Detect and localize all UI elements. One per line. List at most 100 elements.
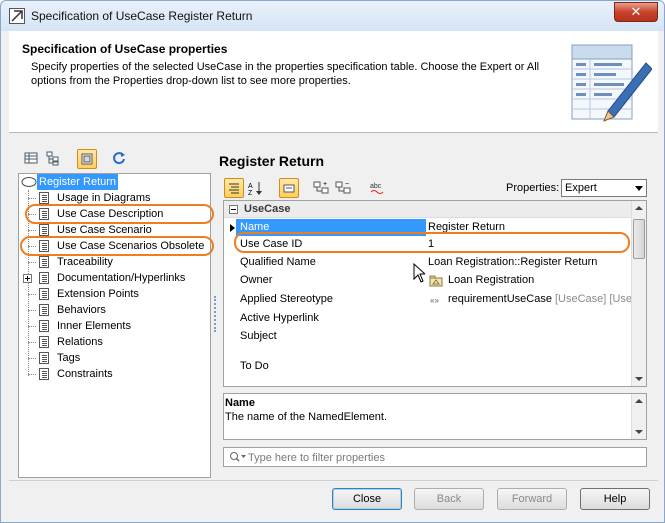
filter-box[interactable] (223, 447, 647, 467)
collapse-all-button[interactable]: − (334, 178, 354, 198)
tree-view-icon (46, 151, 59, 166)
document-icon (39, 304, 49, 316)
property-name: Active Hyperlink (240, 312, 319, 324)
svg-text:Z: Z (248, 190, 253, 196)
properties-scrollbar[interactable] (631, 201, 646, 386)
expand-plus-icon[interactable] (23, 274, 32, 283)
scrollbar-thumb[interactable] (633, 219, 645, 259)
window-close-button[interactable]: ✕ (614, 2, 658, 22)
property-value[interactable]: Loan Registration::Register Return (428, 256, 597, 268)
stereotype-metaclass: [UseCase] [Use (555, 293, 633, 305)
panel-splitter[interactable] (214, 296, 217, 332)
description-title: Name (225, 397, 255, 409)
document-icon (39, 288, 49, 300)
back-button[interactable]: Back (414, 488, 484, 510)
comment-button[interactable] (279, 178, 299, 198)
close-icon: ✕ (630, 4, 642, 19)
mouse-cursor-icon (413, 262, 427, 286)
tree-item-label: Tags (57, 352, 81, 364)
property-row-qualified-name[interactable]: Qualified Name Loan Registration::Regist… (224, 254, 632, 272)
refresh-button[interactable] (111, 150, 129, 168)
chevron-down-icon (635, 186, 643, 191)
footer-divider (9, 480, 658, 481)
properties-table[interactable]: UseCase Name Register Return Use Case ID… (223, 200, 647, 387)
close-button-label: Close (352, 493, 382, 505)
specification-document-pencil-icon (568, 41, 653, 126)
property-name: Qualified Name (240, 256, 316, 268)
property-name: To Do (240, 360, 269, 372)
property-description-box: Name The name of the NamedElement. (223, 393, 647, 440)
window-title: Specification of UseCase Register Return (31, 9, 253, 23)
spelling-icon: abc (370, 183, 384, 194)
svg-text:«»: «» (430, 296, 439, 305)
tree-item-label: Extension Points (57, 288, 139, 300)
svg-text:+: + (323, 181, 327, 188)
tree-connector (28, 326, 36, 327)
header-title: Specification of UseCase properties (22, 42, 228, 56)
collapse-minus-icon[interactable] (229, 205, 238, 214)
scroll-up-arrow-icon[interactable] (635, 399, 643, 403)
table-view-icon (24, 152, 38, 164)
tree-connector (28, 342, 36, 343)
search-icon[interactable] (229, 451, 247, 463)
group-row-usecase[interactable]: UseCase (224, 201, 632, 218)
highlight-use-case-scenarios-obsolete (20, 236, 214, 256)
property-row-owner[interactable]: Owner Loan Registration (224, 272, 632, 290)
scroll-up-arrow-icon[interactable] (635, 206, 643, 210)
property-row-to-do[interactable]: To Do (224, 358, 632, 376)
document-icon (39, 192, 49, 204)
comment-icon (283, 184, 295, 193)
scroll-down-arrow-icon[interactable] (635, 377, 643, 381)
stereotype-name: requirementUseCase (448, 293, 552, 305)
title-bar[interactable]: Specification of UseCase Register Return… (1, 1, 664, 31)
tree-connector (28, 230, 36, 231)
property-name: Owner (240, 274, 273, 286)
document-icon (39, 272, 49, 284)
categorized-view-icon (229, 183, 239, 194)
stereotype-icon: «» (430, 296, 439, 305)
help-button-label: Help (603, 493, 627, 505)
back-button-label: Back (436, 493, 462, 505)
tree-connector (28, 358, 36, 359)
document-icon (39, 320, 49, 332)
document-icon (39, 352, 49, 364)
tree-connector (28, 198, 36, 199)
table-view-button[interactable] (23, 150, 41, 168)
highlight-use-case-description (25, 204, 214, 224)
close-button[interactable]: Close (332, 488, 402, 510)
spelling-button[interactable]: abc (368, 178, 388, 198)
property-row-subject[interactable]: Subject (224, 328, 632, 346)
sort-alphabetically-button[interactable]: AZ (246, 178, 266, 198)
package-icon (429, 275, 443, 287)
tree-item-label: Relations (57, 336, 103, 348)
properties-mode-select[interactable]: Expert (561, 179, 647, 197)
property-value[interactable]: Loan Registration (448, 274, 534, 286)
tree-view-button[interactable] (45, 150, 63, 168)
property-name: Applied Stereotype (240, 293, 333, 305)
filter-input[interactable] (248, 450, 638, 465)
expand-all-icon: + (313, 181, 329, 194)
expand-all-button[interactable]: + (312, 178, 332, 198)
property-name: Subject (240, 330, 277, 342)
tree-item-label: Traceability (57, 256, 113, 268)
help-button[interactable]: Help (580, 488, 650, 510)
scroll-down-arrow-icon[interactable] (635, 430, 643, 434)
property-row-active-hyperlink[interactable]: Active Hyperlink (224, 310, 632, 328)
description-text: The name of the NamedElement. (225, 411, 388, 423)
forward-button[interactable]: Forward (497, 488, 567, 510)
document-icon (39, 256, 49, 268)
tree-item-label: Inner Elements (57, 320, 131, 332)
tree-connector (28, 374, 36, 375)
tree-connector (28, 262, 36, 263)
specification-dialog: Specification of UseCase Register Return… (0, 0, 665, 523)
element-title: Register Return (219, 153, 325, 169)
show-elements-button[interactable] (77, 149, 97, 169)
property-value[interactable]: requirementUseCase [UseCase] [Use (448, 293, 632, 305)
description-scrollbar[interactable] (631, 394, 646, 439)
property-row-applied-stereotype[interactable]: Applied Stereotype «» requirementUseCase… (224, 291, 632, 309)
categorized-view-button[interactable] (224, 178, 244, 198)
tree-connector (28, 294, 36, 295)
refresh-icon (113, 152, 125, 165)
properties-label: Properties: (506, 182, 560, 194)
properties-mode-value: Expert (565, 182, 597, 194)
